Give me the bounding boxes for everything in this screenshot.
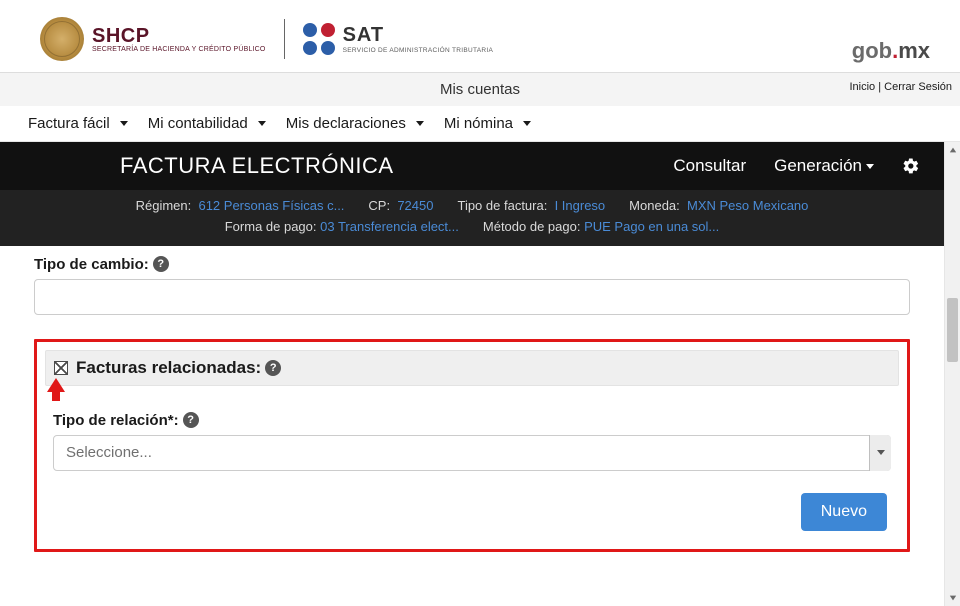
- facturas-relacionadas-checkbox[interactable]: [54, 361, 68, 375]
- help-icon[interactable]: ?: [153, 256, 169, 272]
- menu-label: Mis declaraciones: [286, 115, 406, 132]
- help-icon[interactable]: ?: [265, 360, 281, 376]
- home-link[interactable]: Inicio: [849, 81, 875, 93]
- tipo-factura-label: Tipo de factura:: [457, 198, 547, 213]
- sat-subtitle: SERVICIO DE ADMINISTRACIÓN TRIBUTARIA: [343, 47, 494, 54]
- sat-logo: SAT SERVICIO DE ADMINISTRACIÓN TRIBUTARI…: [303, 23, 494, 55]
- moneda-value[interactable]: MXN Peso Mexicano: [687, 198, 808, 213]
- caret-down-icon: [416, 121, 424, 126]
- invoice-info-bar: Régimen: 612 Personas Físicas c... CP: 7…: [0, 190, 944, 246]
- tipo-relacion-select[interactable]: [53, 435, 891, 471]
- caret-down-icon: [523, 121, 531, 126]
- main-menu: Factura fácil Mi contabilidad Mis declar…: [0, 106, 960, 142]
- forma-pago-value[interactable]: 03 Transferencia elect...: [320, 219, 459, 234]
- menu-mi-nomina[interactable]: Mi nómina: [434, 115, 541, 132]
- tipo-cambio-input[interactable]: [34, 279, 910, 315]
- nuevo-button[interactable]: Nuevo: [801, 493, 887, 531]
- sat-dots-icon: [303, 23, 335, 55]
- menu-mis-declaraciones[interactable]: Mis declaraciones: [276, 115, 434, 132]
- tipo-relacion-label: Tipo de relación*:: [53, 412, 179, 429]
- gear-icon: [902, 157, 920, 175]
- menu-mi-contabilidad[interactable]: Mi contabilidad: [138, 115, 276, 132]
- callout-arrow-icon: [47, 378, 65, 392]
- gobmx-logo: gob.mx: [852, 38, 930, 68]
- regimen-value[interactable]: 612 Personas Físicas c...: [198, 198, 344, 213]
- mx-text: mx: [898, 38, 930, 63]
- module-header: FACTURA ELECTRÓNICA Consultar Generación: [0, 142, 944, 190]
- section-body: Tipo de relación*: ? Nuevo: [45, 386, 899, 471]
- content-area: FACTURA ELECTRÓNICA Consultar Generación…: [0, 142, 960, 606]
- tipo-relacion-select-wrap: [53, 435, 891, 471]
- scrollbar-thumb[interactable]: [947, 298, 958, 362]
- caret-down-icon: [120, 121, 128, 126]
- nav-consultar[interactable]: Consultar: [673, 156, 746, 176]
- shcp-subtitle: SECRETARÍA DE HACIENDA Y CRÉDITO PÚBLICO: [92, 46, 266, 53]
- menu-label: Factura fácil: [28, 115, 110, 132]
- vertical-scrollbar[interactable]: [944, 142, 960, 606]
- metodo-pago-value[interactable]: PUE Pago en una sol...: [584, 219, 719, 234]
- menu-factura-facil[interactable]: Factura fácil: [18, 115, 138, 132]
- tipo-cambio-label: Tipo de cambio:: [34, 256, 149, 273]
- header: SHCP SECRETARÍA DE HACIENDA Y CRÉDITO PÚ…: [0, 0, 960, 72]
- session-links: Inicio | Cerrar Sesión: [849, 81, 952, 93]
- mexico-seal-icon: [40, 17, 84, 61]
- form-panel: Tipo de cambio: ? Facturas relacionadas:…: [0, 246, 944, 552]
- settings-button[interactable]: [902, 157, 920, 175]
- tipo-cambio-group: Tipo de cambio: ?: [34, 256, 910, 315]
- nav-generacion-label: Generación: [774, 156, 862, 176]
- forma-pago-label: Forma de pago:: [225, 219, 317, 234]
- metodo-pago-label: Método de pago:: [483, 219, 581, 234]
- gob-text: gob: [852, 38, 892, 63]
- scroll-down-arrow-icon[interactable]: [945, 590, 960, 606]
- help-icon[interactable]: ?: [183, 412, 199, 428]
- cp-label: CP:: [368, 198, 390, 213]
- menu-label: Mi nómina: [444, 115, 513, 132]
- subheader: Mis cuentas Inicio | Cerrar Sesión: [0, 72, 960, 106]
- page-title: Mis cuentas: [440, 81, 520, 98]
- sat-title: SAT: [343, 24, 494, 47]
- logo-group: SHCP SECRETARÍA DE HACIENDA Y CRÉDITO PÚ…: [40, 17, 493, 61]
- logout-link[interactable]: Cerrar Sesión: [884, 81, 952, 93]
- section-header: Facturas relacionadas: ?: [45, 350, 899, 386]
- divider: [284, 19, 285, 59]
- facturas-relacionadas-label: Facturas relacionadas:: [76, 358, 261, 378]
- module-title: FACTURA ELECTRÓNICA: [120, 153, 394, 179]
- scroll-up-arrow-icon[interactable]: [945, 142, 960, 158]
- tipo-factura-value[interactable]: I Ingreso: [555, 198, 606, 213]
- caret-down-icon: [258, 121, 266, 126]
- module-nav: Consultar Generación: [673, 156, 920, 176]
- regimen-label: Régimen:: [136, 198, 192, 213]
- cp-value[interactable]: 72450: [397, 198, 433, 213]
- caret-down-icon: [866, 164, 874, 169]
- facturas-relacionadas-section: Facturas relacionadas: ? Tipo de relació…: [34, 339, 910, 552]
- menu-label: Mi contabilidad: [148, 115, 248, 132]
- shcp-logo: SHCP SECRETARÍA DE HACIENDA Y CRÉDITO PÚ…: [40, 17, 266, 61]
- shcp-title: SHCP: [92, 26, 266, 46]
- moneda-label: Moneda:: [629, 198, 680, 213]
- scrollbar-track[interactable]: [945, 158, 960, 590]
- nav-generacion[interactable]: Generación: [774, 156, 874, 176]
